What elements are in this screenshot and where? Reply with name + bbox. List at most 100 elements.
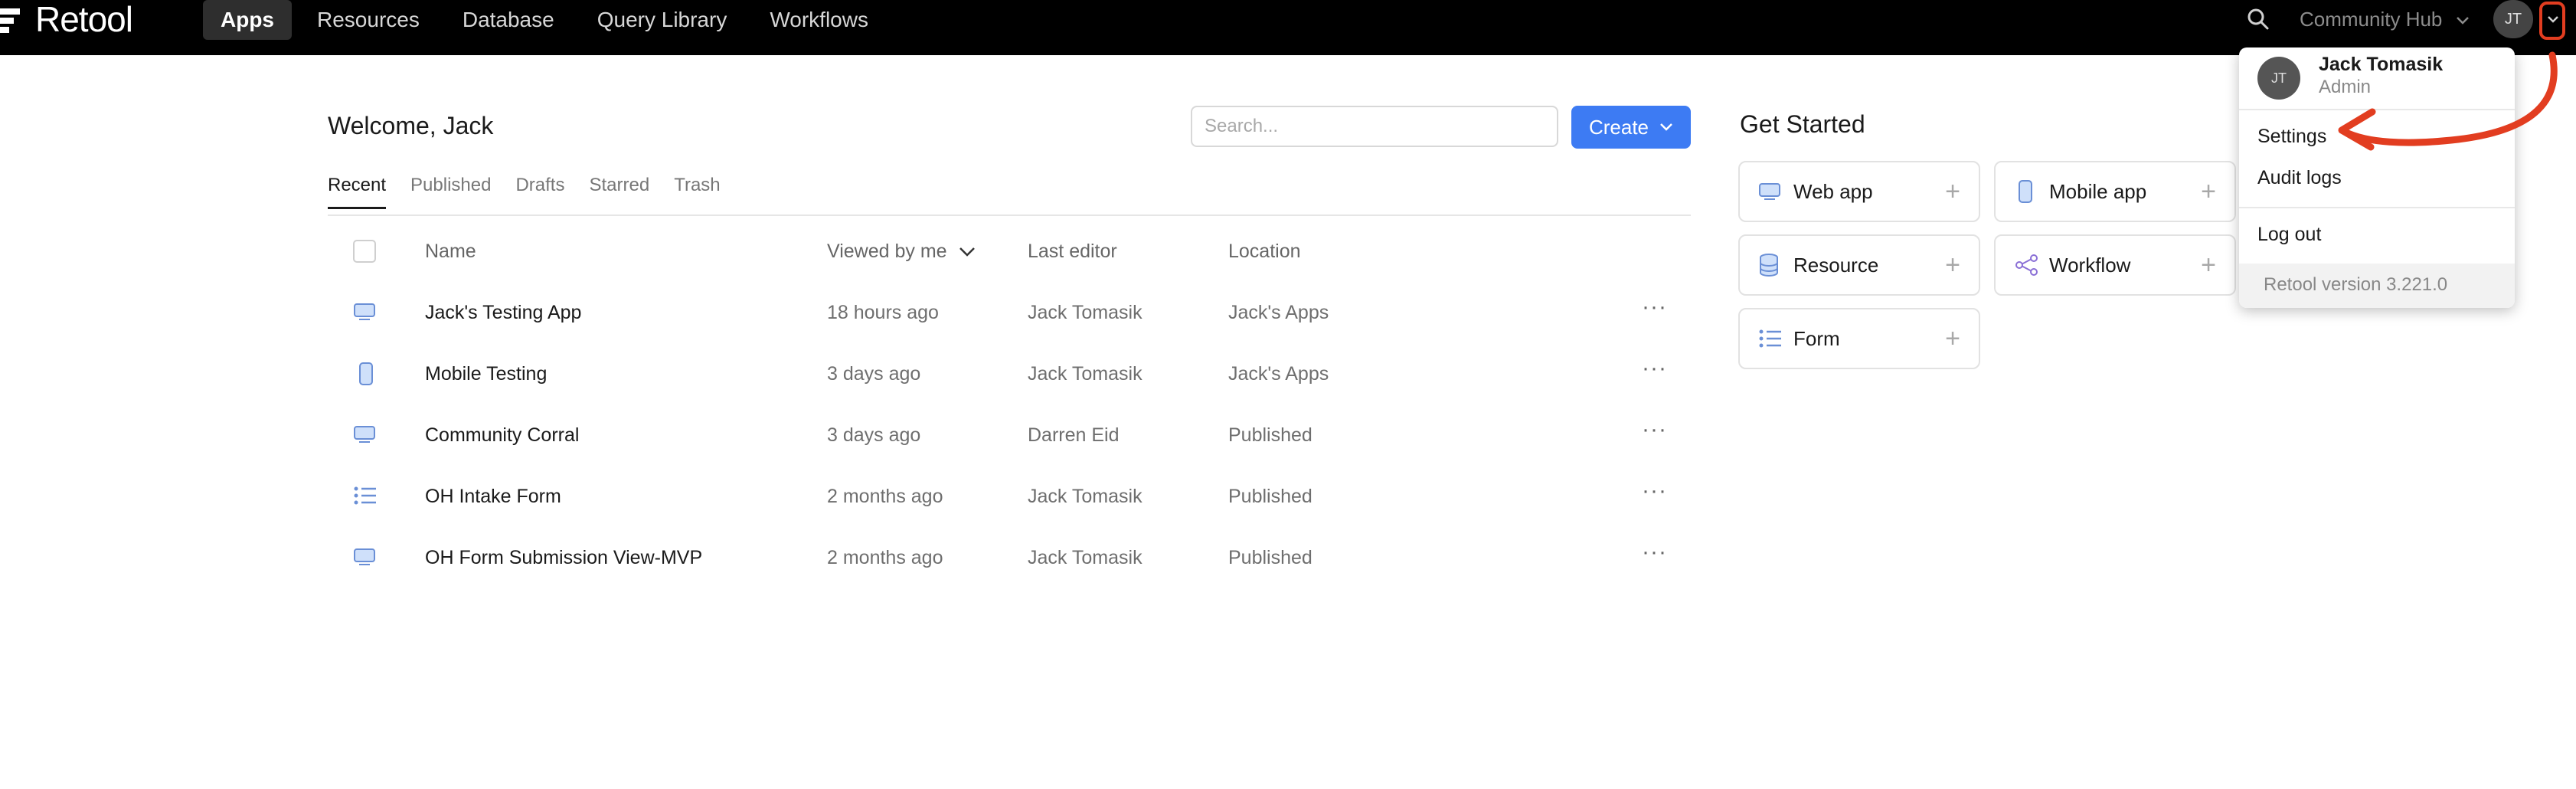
row-location: Published [1228,486,1313,507]
nav-item-query-library[interactable]: Query Library [580,0,745,40]
database-icon [1760,254,1778,277]
create-button-label: Create [1588,115,1649,139]
version-text: Retool version 3.221.0 [2264,274,2448,295]
more-options-icon[interactable]: ··· [1642,417,1667,443]
row-editor: Jack Tomasik [1028,363,1143,385]
user-avatar[interactable]: JT [2493,0,2533,38]
plus-icon[interactable]: + [2201,177,2216,207]
create-mobile-app-card[interactable]: Mobile app + [1994,161,2236,222]
chevron-down-icon [1660,123,1672,131]
row-editor: Jack Tomasik [1028,486,1143,507]
tab-published[interactable]: Published [410,175,491,209]
row-editor: Jack Tomasik [1028,547,1143,568]
row-name[interactable]: OH Form Submission View-MVP [425,547,702,569]
plus-icon[interactable]: + [1945,177,1960,207]
table-row[interactable]: OH Form Submission View-MVP 2 months ago… [328,539,1691,608]
create-form-card[interactable]: Form + [1738,308,1980,369]
tab-starred[interactable]: Starred [589,175,649,209]
row-viewed: 18 hours ago [827,302,939,323]
more-options-icon[interactable]: ··· [1642,539,1667,565]
user-menu-dropdown: JT Jack Tomasik Admin Settings Audit log… [2239,47,2515,308]
user-menu-toggle[interactable] [2539,2,2565,40]
workflow-icon [2015,254,2038,276]
row-editor: Darren Eid [1028,424,1120,446]
card-label: Workflow [2049,253,2131,277]
table-row[interactable]: Community Corral 3 days ago Darren Eid P… [328,417,1691,486]
plus-icon[interactable]: + [2201,250,2216,280]
dropdown-user-role: Admin [2319,77,2372,97]
row-viewed: 2 months ago [827,486,943,507]
row-name[interactable]: Mobile Testing [425,363,547,385]
dropdown-user-name: Jack Tomasik [2319,54,2444,75]
tabs-divider [328,214,1691,216]
row-viewed: 3 days ago [827,363,921,385]
nav-item-database[interactable]: Database [445,0,572,40]
nav-item-apps[interactable]: Apps [203,0,292,40]
more-options-icon[interactable]: ··· [1642,355,1667,381]
create-workflow-card[interactable]: Workflow + [1994,234,2236,296]
create-button[interactable]: Create [1571,106,1691,149]
list-icon [1759,329,1781,348]
retool-logo[interactable]: Retool [0,0,133,39]
create-resource-card[interactable]: Resource + [1738,234,1980,296]
row-viewed: 2 months ago [827,547,943,568]
row-location: Jack's Apps [1228,363,1329,385]
get-started-title: Get Started [1740,110,1865,138]
tab-trash[interactable]: Trash [674,175,720,209]
create-web-app-card[interactable]: Web app + [1738,161,1980,222]
desktop-icon [1759,183,1780,200]
card-label: Form [1793,326,1840,350]
menu-divider [2239,207,2515,208]
menu-item-log-out[interactable]: Log out [2257,224,2321,246]
search-icon[interactable] [2245,6,2271,32]
chevron-down-icon [2548,16,2558,23]
column-header-viewed[interactable]: Viewed by me [827,241,976,263]
community-hub-menu[interactable]: Community Hub [2300,0,2470,38]
desktop-icon [354,548,375,565]
row-name[interactable]: Community Corral [425,424,579,447]
column-header-viewed-label: Viewed by me [827,241,947,262]
desktop-icon [354,426,375,443]
menu-item-audit-logs[interactable]: Audit logs [2257,167,2342,189]
row-editor: Jack Tomasik [1028,302,1143,323]
app-tabs: Recent Published Drafts Starred Trash [328,175,745,209]
column-header-name[interactable]: Name [425,241,476,263]
mobile-icon [359,362,373,385]
more-options-icon[interactable]: ··· [1642,478,1667,504]
mobile-icon [2019,180,2032,203]
logo-text: Retool [35,0,133,39]
more-options-icon[interactable]: ··· [1642,294,1667,320]
page-title: Welcome, Jack [328,112,494,139]
search-input[interactable] [1191,106,1558,147]
plus-icon[interactable]: + [1945,250,1960,280]
row-name[interactable]: OH Intake Form [425,486,561,508]
table-row[interactable]: OH Intake Form 2 months ago Jack Tomasik… [328,478,1691,547]
row-location: Published [1228,424,1313,446]
tab-recent[interactable]: Recent [328,175,387,209]
desktop-icon [354,303,375,320]
card-label: Resource [1793,253,1879,277]
table-row[interactable]: Mobile Testing 3 days ago Jack Tomasik J… [328,355,1691,424]
column-header-location[interactable]: Location [1228,241,1301,263]
plus-icon[interactable]: + [1945,324,1960,354]
community-hub-label: Community Hub [2300,8,2443,31]
chevron-down-icon [2456,17,2469,25]
menu-item-settings[interactable]: Settings [2257,126,2326,148]
row-viewed: 3 days ago [827,424,921,446]
dropdown-avatar: JT [2257,57,2300,100]
column-header-editor[interactable]: Last editor [1028,241,1117,263]
list-icon [354,486,376,505]
tab-drafts[interactable]: Drafts [515,175,564,209]
menu-divider [2239,109,2515,110]
nav-item-workflows[interactable]: Workflows [752,0,886,40]
nav-item-resources[interactable]: Resources [299,0,437,40]
card-label: Web app [1793,179,1873,203]
top-navigation-bar: Retool Apps Resources Database Query Lib… [0,0,2576,55]
row-name[interactable]: Jack's Testing App [425,302,581,324]
main-nav: Apps Resources Database Query Library Wo… [203,0,894,40]
table-row[interactable]: Jack's Testing App 18 hours ago Jack Tom… [328,294,1691,363]
retool-logo-icon [0,5,25,33]
sort-chevron-icon [959,247,975,257]
select-all-checkbox[interactable] [353,240,376,263]
dropdown-footer: Retool version 3.221.0 [2239,264,2515,308]
